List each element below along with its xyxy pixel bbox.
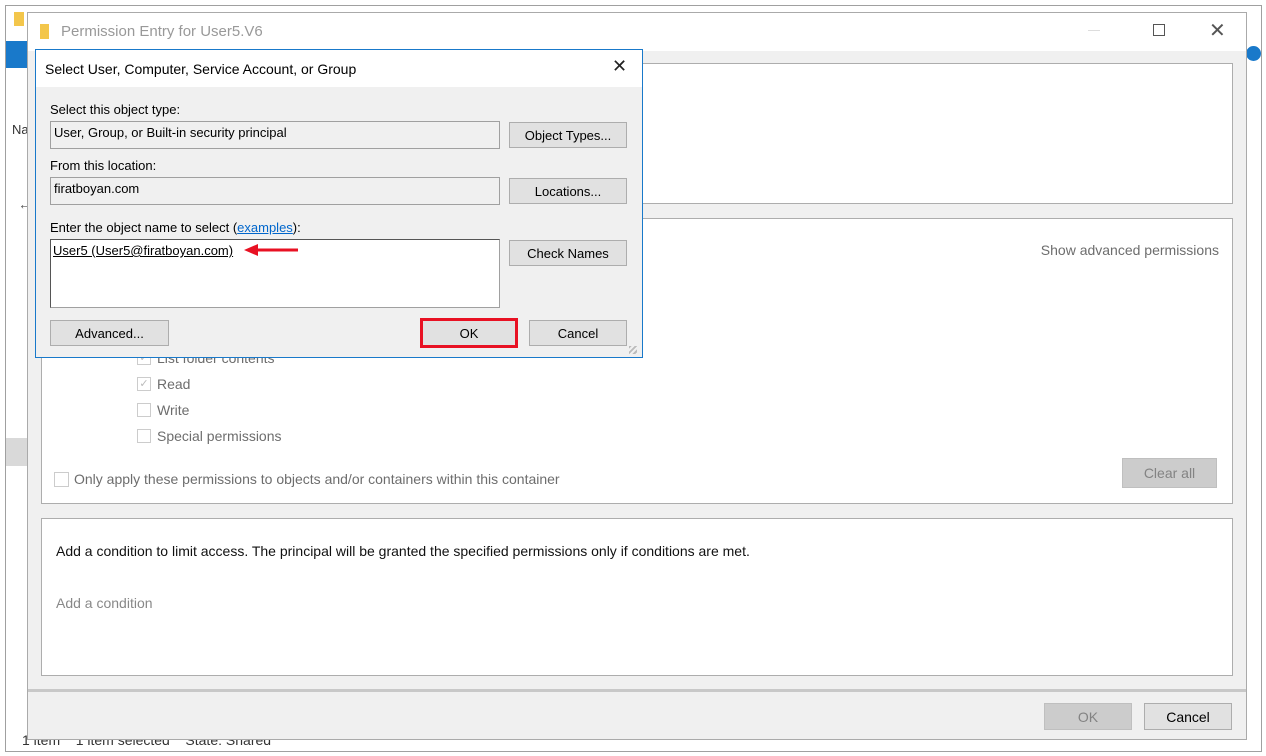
resize-grip-icon[interactable] [629, 346, 637, 354]
dialog-title: Select User, Computer, Service Account, … [45, 61, 357, 77]
permission-item[interactable]: Special permissions [137, 423, 282, 449]
resolved-name: User5 (User5@firatboyan.com) [53, 243, 234, 258]
examples-link[interactable]: examples [237, 220, 293, 235]
ribbon-file-tab[interactable] [6, 41, 28, 68]
window-title: Permission Entry for User5.V6 [61, 23, 263, 40]
only-apply-option[interactable]: Only apply these permissions to objects … [54, 471, 560, 487]
condition-description: Add a condition to limit access. The pri… [56, 543, 750, 559]
checkbox-checked[interactable]: ✓ [137, 377, 151, 391]
permission-item[interactable]: Write [137, 397, 282, 423]
show-advanced-permissions-link[interactable]: Show advanced permissions [1041, 242, 1219, 258]
object-types-button[interactable]: Object Types... [509, 122, 627, 148]
minimize-button[interactable] [1088, 30, 1100, 31]
location-field: firatboyan.com [50, 177, 500, 205]
cancel-button[interactable]: Cancel [529, 320, 627, 346]
checkbox[interactable] [54, 471, 69, 487]
cancel-button[interactable]: Cancel [1144, 703, 1232, 730]
ok-button[interactable]: OK [420, 318, 518, 348]
maximize-button[interactable] [1153, 24, 1165, 36]
clear-all-button[interactable]: Clear all [1122, 458, 1217, 488]
title-bar: Permission Entry for User5.V6 ✕ [28, 13, 1246, 51]
ok-button[interactable]: OK [1044, 703, 1132, 730]
folder-icon [40, 24, 49, 39]
location-label: From this location: [50, 158, 157, 173]
check-names-button[interactable]: Check Names [509, 240, 627, 266]
footer-divider [28, 689, 1246, 692]
permission-item[interactable]: ✓ Read [137, 371, 282, 397]
object-type-field: User, Group, or Built-in security princi… [50, 121, 500, 149]
object-type-label: Select this object type: [50, 102, 181, 117]
close-button[interactable]: ✕ [1209, 18, 1226, 43]
checkbox[interactable] [137, 429, 151, 443]
checkbox[interactable] [137, 403, 151, 417]
red-arrow-annotation [244, 244, 298, 256]
advanced-button[interactable]: Advanced... [50, 320, 169, 346]
dialog-title-bar: Select User, Computer, Service Account, … [36, 50, 642, 87]
conditions-panel: Add a condition to limit access. The pri… [41, 518, 1233, 676]
add-condition-link[interactable]: Add a condition [56, 595, 153, 611]
object-name-label: Enter the object name to select (example… [50, 220, 301, 235]
select-user-dialog: Select User, Computer, Service Account, … [35, 49, 643, 358]
folder-icon [14, 12, 24, 26]
selected-row[interactable] [6, 438, 28, 466]
permission-list: ✓ List folder contents ✓ Read Write Specia… [137, 345, 282, 449]
locations-button[interactable]: Locations... [509, 178, 627, 204]
close-icon[interactable]: ✕ [612, 56, 627, 77]
help-icon[interactable] [1246, 46, 1261, 61]
